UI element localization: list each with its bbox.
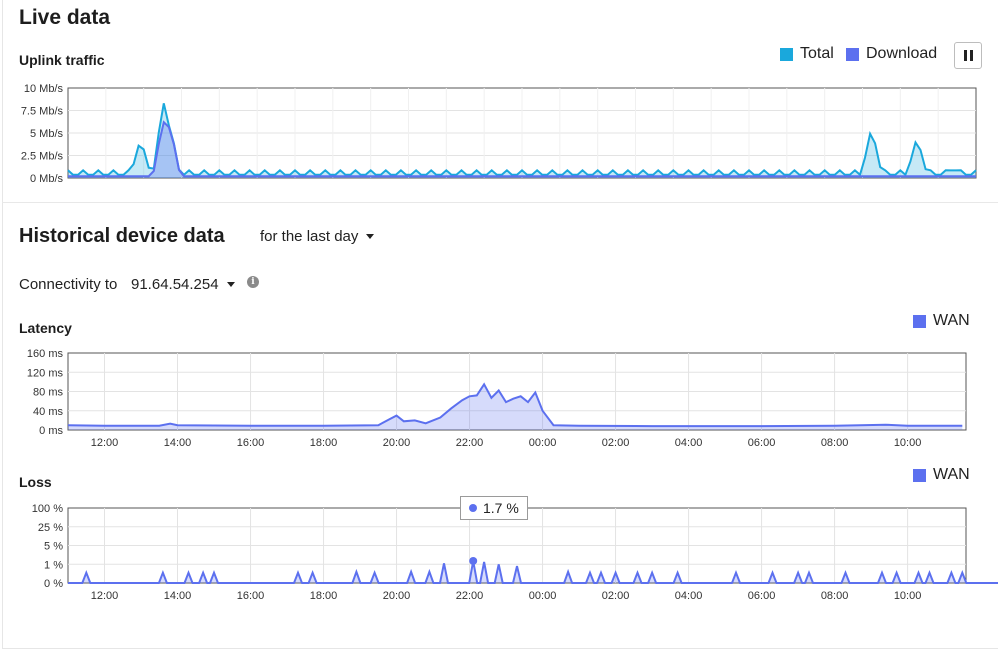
loss-y-tick-label: 100 % <box>32 503 63 515</box>
uplink-y-tick-label: 5 Mb/s <box>30 128 64 140</box>
loss-x-tick-label: 10:00 <box>894 590 922 602</box>
latency-x-tick-label: 02:00 <box>602 437 630 449</box>
latency-x-tick-label: 08:00 <box>821 437 849 449</box>
loss-x-tick-label: 12:00 <box>91 590 119 602</box>
loss-tooltip: 1.7 % <box>460 496 528 520</box>
latency-x-tick-label: 14:00 <box>164 437 192 449</box>
loss-x-tick-label: 08:00 <box>821 590 849 602</box>
latency-x-tick-label: 20:00 <box>383 437 411 449</box>
latency-x-tick-label: 10:00 <box>894 437 922 449</box>
loss-y-tick-label: 0 % <box>44 578 63 590</box>
loss-y-tick-label: 5 % <box>44 541 63 553</box>
latency-y-tick-label: 0 ms <box>39 425 63 437</box>
loss-x-tick-label: 06:00 <box>748 590 776 602</box>
charts-canvas: 10 Mb/s 7.5 Mb/s 5 Mb/s 2.5 Mb/s 0 Mb/s 160 m… <box>21 83 998 602</box>
latency-x-tick-label: 22:00 <box>456 437 484 449</box>
latency-x-tick-label: 16:00 <box>237 437 265 449</box>
latency-y-tick-label: 160 ms <box>27 348 64 360</box>
latency-y-tick-label: 120 ms <box>27 367 64 379</box>
loss-x-tick-label: 16:00 <box>237 590 265 602</box>
latency-x-tick-label: 06:00 <box>748 437 776 449</box>
series-dot-icon <box>469 504 477 512</box>
latency-y-tick-label: 40 ms <box>33 406 63 418</box>
uplink-y-tick-label: 0 Mb/s <box>30 173 64 185</box>
latency-x-tick-label: 12:00 <box>91 437 119 449</box>
latency-x-tick-label: 18:00 <box>310 437 338 449</box>
loss-x-tick-label: 22:00 <box>456 590 484 602</box>
uplink-y-tick-label: 7.5 Mb/s <box>21 106 64 118</box>
loss-hover-point <box>469 556 478 565</box>
uplink-y-tick-label: 2.5 Mb/s <box>21 151 64 163</box>
loss-x-tick-label: 14:00 <box>164 590 192 602</box>
tooltip-value: 1.7 % <box>483 500 519 516</box>
loss-y-tick-label: 25 % <box>38 522 63 534</box>
loss-x-tick-label: 20:00 <box>383 590 411 602</box>
loss-x-tick-label: 00:00 <box>529 590 557 602</box>
loss-x-tick-label: 04:00 <box>675 590 703 602</box>
latency-x-tick-label: 00:00 <box>529 437 557 449</box>
latency-x-tick-label: 04:00 <box>675 437 703 449</box>
latency-y-tick-label: 80 ms <box>33 387 63 399</box>
loss-x-tick-label: 02:00 <box>602 590 630 602</box>
loss-x-tick-label: 18:00 <box>310 590 338 602</box>
uplink-y-tick-label: 10 Mb/s <box>24 83 64 95</box>
loss-y-tick-label: 1 % <box>44 559 63 571</box>
